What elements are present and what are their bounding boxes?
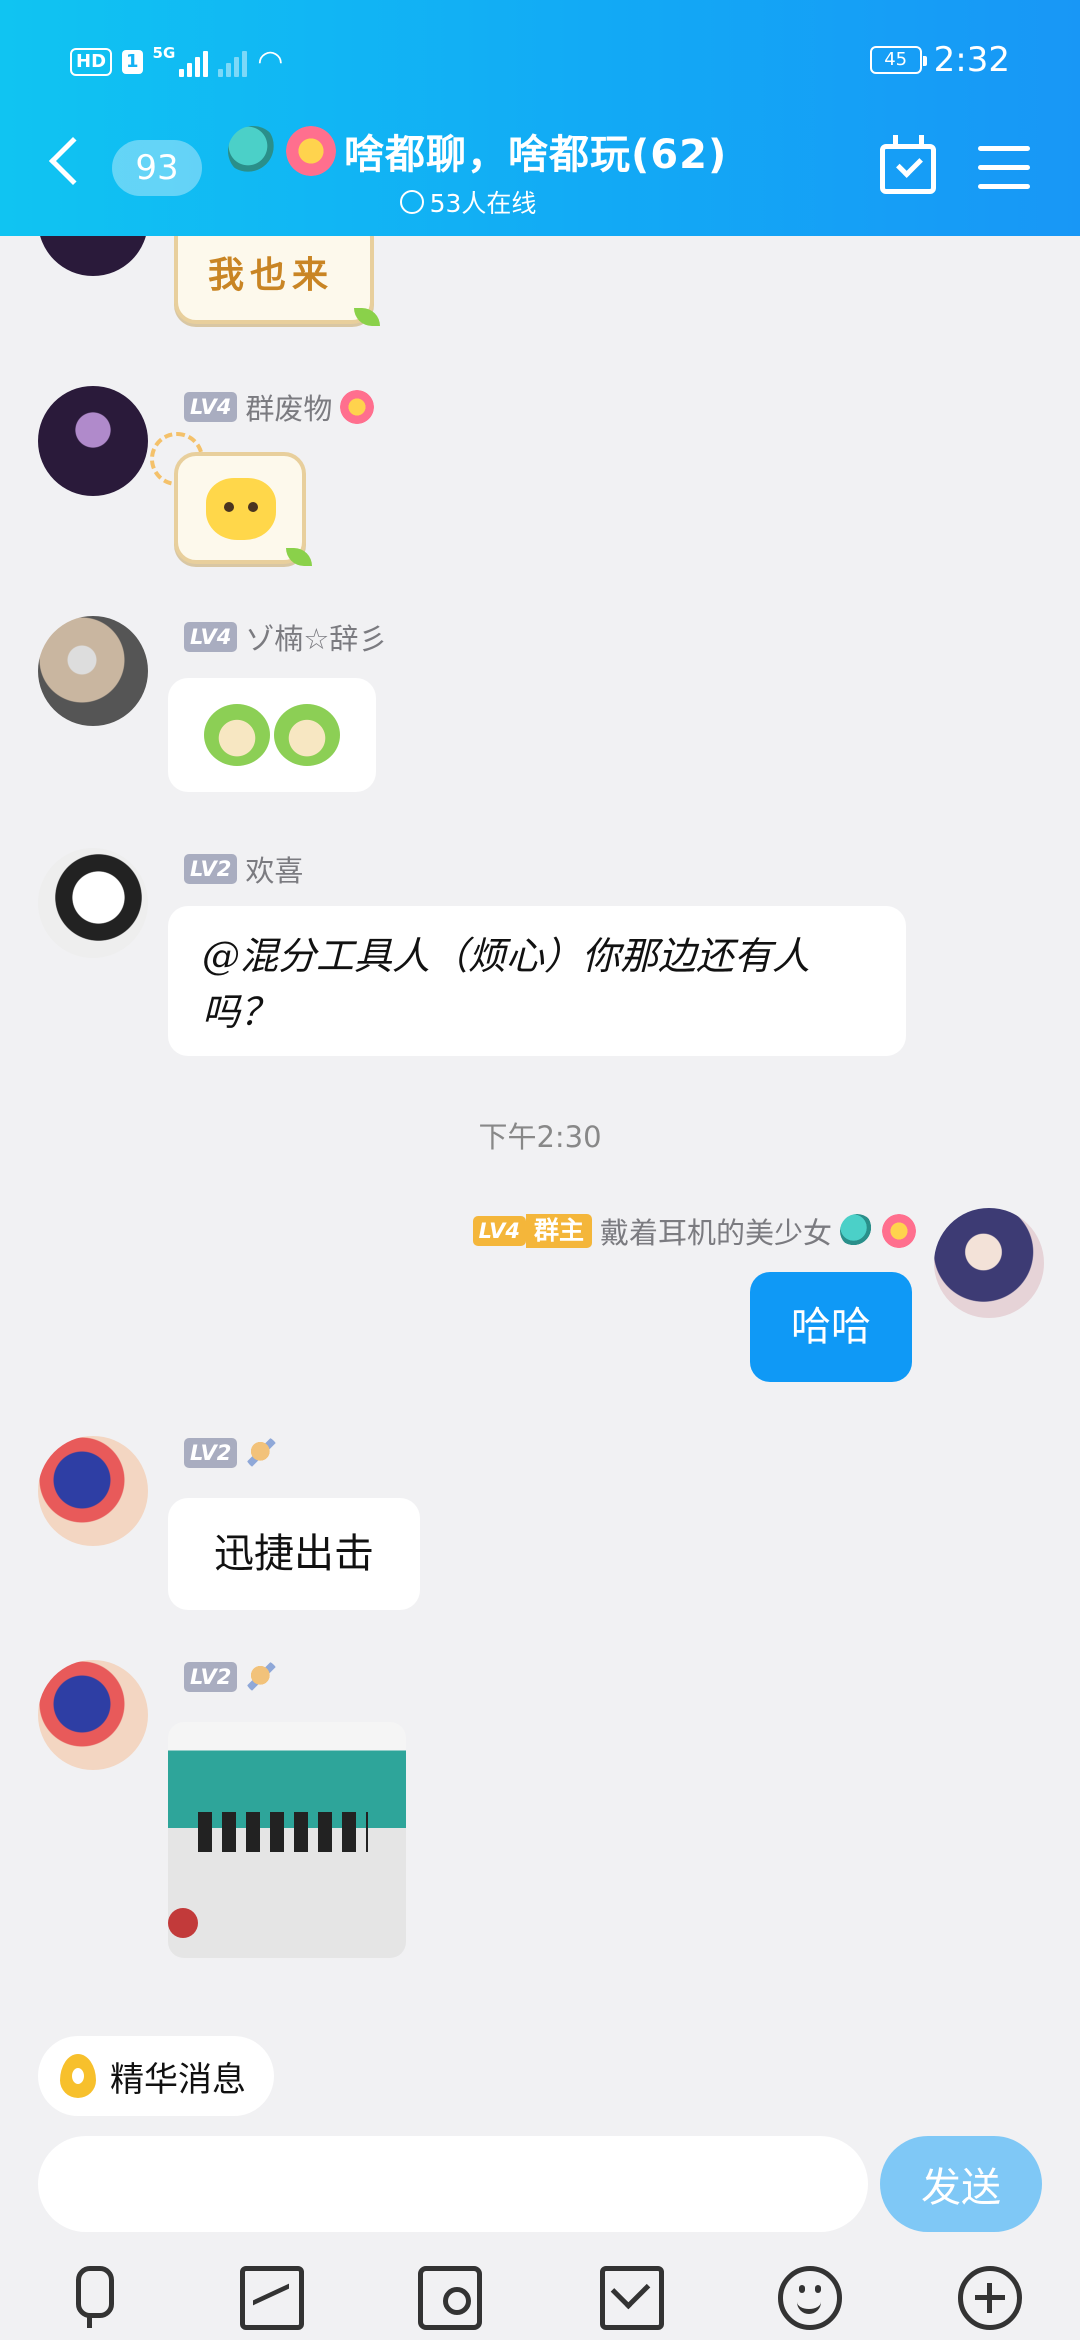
message-input[interactable] (38, 2136, 868, 2232)
network-type: 5G (152, 44, 176, 62)
sender-name[interactable]: 欢喜 (245, 848, 303, 890)
message-list[interactable]: 我也来 LV4 群废物 LV4 ゾ楠☆辞彡 LV2 欢喜 @混分工具人（烦心）你… (0, 236, 1080, 2006)
cabbage-sticker-icon (204, 704, 270, 766)
status-bar: HD 1 5G ◠ 45 2:32 (0, 36, 1080, 86)
plus-icon[interactable] (958, 2266, 1022, 2330)
leaf-decoration (286, 548, 312, 566)
level-badge: LV4 (472, 1216, 526, 1246)
clock: 2:32 (933, 40, 1010, 80)
sender-meta: LV4 群主 戴着耳机的美少女 (472, 1210, 916, 1252)
flower-badge-icon (286, 126, 336, 176)
planet-badge-icon (245, 1436, 280, 1470)
hd-indicator: HD (70, 47, 113, 76)
text-message[interactable]: @混分工具人（烦心）你那边还有人吗？ (168, 906, 906, 1056)
input-toolbar (0, 2252, 1080, 2340)
sender-meta: LV2 (184, 1660, 280, 1694)
online-check-icon (399, 190, 424, 214)
group-title: 啥都聊，啥都玩(62) (344, 132, 728, 178)
signal-icon (179, 47, 209, 77)
text-message-self[interactable]: 哈哈 (750, 1272, 912, 1382)
status-left: HD 1 5G ◠ (70, 44, 283, 79)
level-badge: LV4 (184, 622, 238, 652)
message-text: @混分工具人（烦心）你那边还有人吗？ (202, 934, 811, 1034)
send-button[interactable]: 发送 (880, 2136, 1042, 2232)
avatar[interactable] (38, 1660, 148, 1770)
level-badge: LV2 (184, 1662, 238, 1692)
flower-badge-icon (340, 390, 375, 424)
camera-icon[interactable] (418, 2266, 482, 2330)
message-text: 迅捷出击 (214, 1531, 374, 1577)
owner-badge: 群主 (525, 1214, 592, 1248)
avatar[interactable] (38, 848, 148, 958)
planet-badge-icon (245, 1660, 280, 1694)
status-right: 45 2:32 (869, 40, 1010, 80)
text-message[interactable]: 迅捷出击 (168, 1498, 420, 1610)
level-badge: LV4 (184, 392, 238, 422)
avatar[interactable] (38, 1436, 148, 1546)
message-text: 哈哈 (791, 1304, 871, 1350)
sender-meta: LV4 群废物 (184, 386, 375, 428)
sender-meta: LV2 (184, 1436, 280, 1470)
digest-label: 精华消息 (110, 2059, 246, 2100)
battery-icon: 45 (869, 46, 927, 74)
image-icon[interactable] (240, 2266, 304, 2330)
input-panel: 精华消息 发送 (0, 2006, 1080, 2340)
group-title-area[interactable]: 啥都聊，啥都玩(62) 53人在线 (228, 122, 768, 220)
sim-indicator: 1 (122, 49, 143, 74)
emoji-icon[interactable] (778, 2266, 842, 2330)
dragon-badge-icon (228, 126, 278, 176)
avatar[interactable] (38, 236, 148, 276)
sticker-message[interactable] (174, 452, 312, 566)
level-badge: LV2 (184, 1438, 238, 1468)
cat-sticker-icon (206, 478, 276, 540)
menu-icon[interactable] (978, 146, 1030, 190)
flower-badge-icon (882, 1214, 916, 1248)
sticker-message[interactable]: 我也来 (174, 236, 380, 326)
sender-name[interactable]: 戴着耳机的美少女 (600, 1210, 832, 1252)
sender-meta: LV2 欢喜 (184, 848, 303, 890)
signal-secondary-icon (218, 47, 248, 77)
dragon-badge-icon (840, 1214, 874, 1248)
cabbage-sticker-icon (274, 704, 340, 766)
sender-name[interactable]: 群废物 (245, 386, 332, 428)
online-status: 53人在线 (228, 184, 768, 220)
sticker-text: 我也来 (208, 254, 335, 296)
digest-flame-icon (60, 2054, 96, 2098)
wifi-icon: ◠ (257, 44, 284, 79)
avatar[interactable] (38, 386, 148, 496)
calendar-check-icon[interactable] (880, 135, 936, 194)
chat-header: HD 1 5G ◠ 45 2:32 93 啥都聊，啥都玩(62) 53人在线 (0, 0, 1080, 236)
back-icon[interactable] (48, 136, 98, 186)
timestamp: 下午2:30 (478, 1120, 602, 1154)
leaf-decoration (354, 308, 380, 326)
level-badge: LV2 (184, 854, 238, 884)
digest-messages-button[interactable]: 精华消息 (38, 2036, 274, 2116)
red-packet-icon[interactable] (600, 2266, 664, 2330)
online-count: 53人在线 (429, 189, 537, 218)
image-message[interactable] (168, 1722, 406, 1958)
unread-count-badge[interactable]: 93 (112, 140, 202, 196)
microphone-icon[interactable] (58, 2266, 122, 2330)
sender-meta: LV4 ゾ楠☆辞彡 (184, 616, 387, 658)
avatar[interactable] (38, 616, 148, 726)
self-avatar[interactable] (934, 1208, 1044, 1318)
sticker-message[interactable] (168, 678, 376, 792)
sender-name[interactable]: ゾ楠☆辞彡 (245, 616, 387, 658)
